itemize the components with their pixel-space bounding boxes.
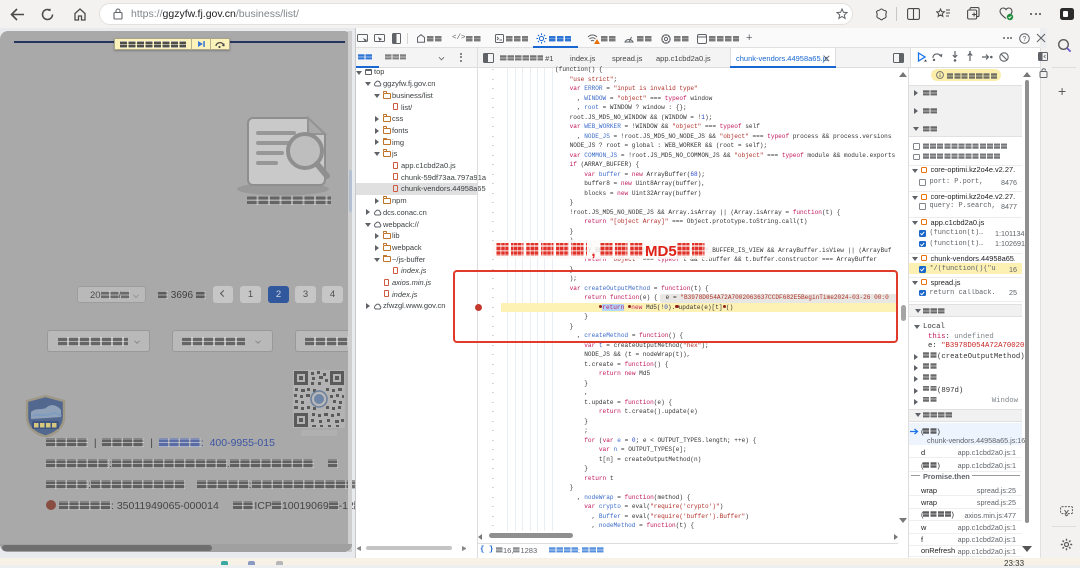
svg-text:?: ? — [1023, 36, 1027, 43]
